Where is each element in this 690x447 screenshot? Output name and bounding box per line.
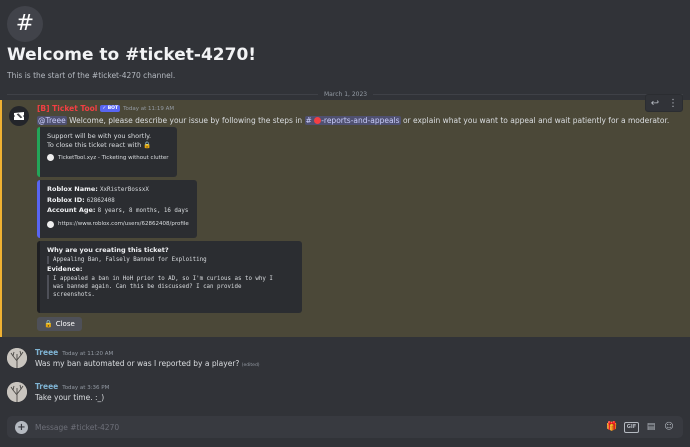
account-age-value: 8 years, 8 months, 16 days — [97, 208, 189, 214]
edited-label: (edited) — [241, 363, 260, 368]
evidence-line-2: was banned again. Can this be discussed?… — [53, 284, 242, 290]
message-composer: + 🎁 GIF ▤ ☺ — [7, 416, 683, 438]
support-embed: Support will be with you shortly. To clo… — [37, 127, 177, 177]
answer-evidence: I appealed a ban in HoH prior to AD, so … — [47, 275, 295, 299]
embed1-line2: To close this ticket react with 🔒 — [47, 141, 152, 149]
attach-plus-icon[interactable]: + — [15, 420, 28, 434]
evidence-line-3: screenshots. — [53, 292, 95, 298]
channel-icon: # — [7, 6, 43, 42]
roblox-id-label: Roblox ID: — [47, 195, 85, 204]
roblox-name-row: Roblox Name: XxRisterBossxX — [47, 185, 190, 196]
user-author-name[interactable]: Treee — [35, 348, 58, 357]
more-options-icon[interactable]: ⋮ — [664, 95, 682, 111]
roblox-name-label: Roblox Name: — [47, 185, 98, 193]
tree-avatar-icon — [7, 348, 27, 368]
lock-icon: 🔒 — [44, 320, 53, 328]
bot-text-before: Welcome, please describe your issue by f… — [66, 116, 305, 125]
close-ticket-button[interactable]: 🔒 Close — [37, 317, 82, 331]
roblox-profile-link[interactable]: https://www.roblox.com/users/62862408/pr… — [58, 221, 189, 227]
roblox-name-value: XxRisterBossxX — [99, 187, 149, 193]
question-evidence: Evidence: — [47, 265, 83, 273]
gift-icon[interactable]: 🎁 — [606, 422, 618, 432]
question-why: Why are you creating this ticket? — [47, 246, 169, 254]
message-body: Was my ban automated or was I reported b… — [35, 359, 240, 368]
bot-header: [B] Ticket Tool ✓ BOT Today at 11:19 AM — [37, 104, 174, 113]
user-avatar[interactable] — [7, 348, 27, 368]
ticket-tool-avatar[interactable] — [9, 106, 29, 126]
reply-icon[interactable]: ↩ — [646, 95, 664, 111]
embed2-footer: https://www.roblox.com/users/62862408/pr… — [47, 220, 190, 228]
evidence-line-1: I appealed a ban in HoH prior to AD, so … — [53, 276, 273, 282]
message-input[interactable] — [35, 422, 606, 432]
emoji-icon[interactable]: ☺ — [663, 422, 675, 432]
embed1-footer-text: TicketTool.xyz - Ticketing without clutt… — [58, 154, 169, 161]
bot-author-name[interactable]: [B] Ticket Tool — [37, 104, 97, 113]
gif-icon[interactable]: GIF — [624, 421, 639, 433]
bot-tag-badge: ✓ BOT — [100, 105, 121, 112]
roblox-id-row: Roblox ID: 62862408 — [47, 196, 190, 207]
channel-mention-label: -reports-and-appeals — [321, 116, 400, 125]
message-text: Take your time. :_) — [35, 393, 105, 402]
bot-text-after: or explain what you want to appeal and w… — [400, 116, 670, 125]
message-timestamp: Today at 11:20 AM — [62, 351, 114, 357]
composer-actions: 🎁 GIF ▤ ☺ — [606, 421, 675, 433]
welcome-heading: Welcome to #ticket-4270! — [7, 45, 257, 65]
account-age-label: Account Age: — [47, 206, 96, 214]
appeal-embed: Why are you creating this ticket? Appeal… — [37, 241, 302, 313]
roblox-info-embed: Roblox Name: XxRisterBossxX Roblox ID: 6… — [37, 180, 197, 238]
sticker-icon[interactable]: ▤ — [645, 422, 657, 432]
tree-avatar-icon — [7, 382, 27, 402]
message-header: Treee Today at 11:20 AM — [35, 348, 113, 357]
message-actions: ↩ ⋮ — [645, 94, 683, 112]
roblox-logo-icon — [47, 220, 54, 228]
bot-message: [B] Ticket Tool ✓ BOT Today at 11:19 AM … — [0, 94, 690, 337]
channel-mention[interactable]: # -reports-and-appeals — [304, 116, 401, 125]
channel-start-text: This is the start of the #ticket-4270 ch… — [7, 71, 176, 80]
user-author-name[interactable]: Treee — [35, 382, 58, 391]
message-header: Treee Today at 3:36 PM — [35, 382, 109, 391]
answer-why: Appealing Ban, Falsely Banned for Exploi… — [47, 256, 295, 264]
message-text: Was my ban automated or was I reported b… — [35, 359, 260, 368]
embed1-footer: TicketTool.xyz - Ticketing without clutt… — [47, 154, 170, 161]
message-timestamp: Today at 3:36 PM — [62, 385, 110, 391]
date-divider-label: March 1, 2023 — [318, 90, 374, 99]
close-button-label: Close — [55, 320, 75, 328]
user-mention[interactable]: @Treee — [37, 116, 67, 125]
bot-timestamp: Today at 11:19 AM — [123, 105, 175, 112]
ticket-icon — [14, 112, 24, 120]
tickettool-logo-icon — [47, 154, 54, 161]
embed1-line1: Support will be with you shortly. — [47, 132, 152, 140]
roblox-id-value: 62862408 — [86, 197, 115, 204]
account-age-row: Account Age: 8 years, 8 months, 16 days — [47, 206, 190, 217]
bot-message-text: @Treee Welcome, please describe your iss… — [37, 115, 677, 126]
user-avatar[interactable] — [7, 382, 27, 402]
